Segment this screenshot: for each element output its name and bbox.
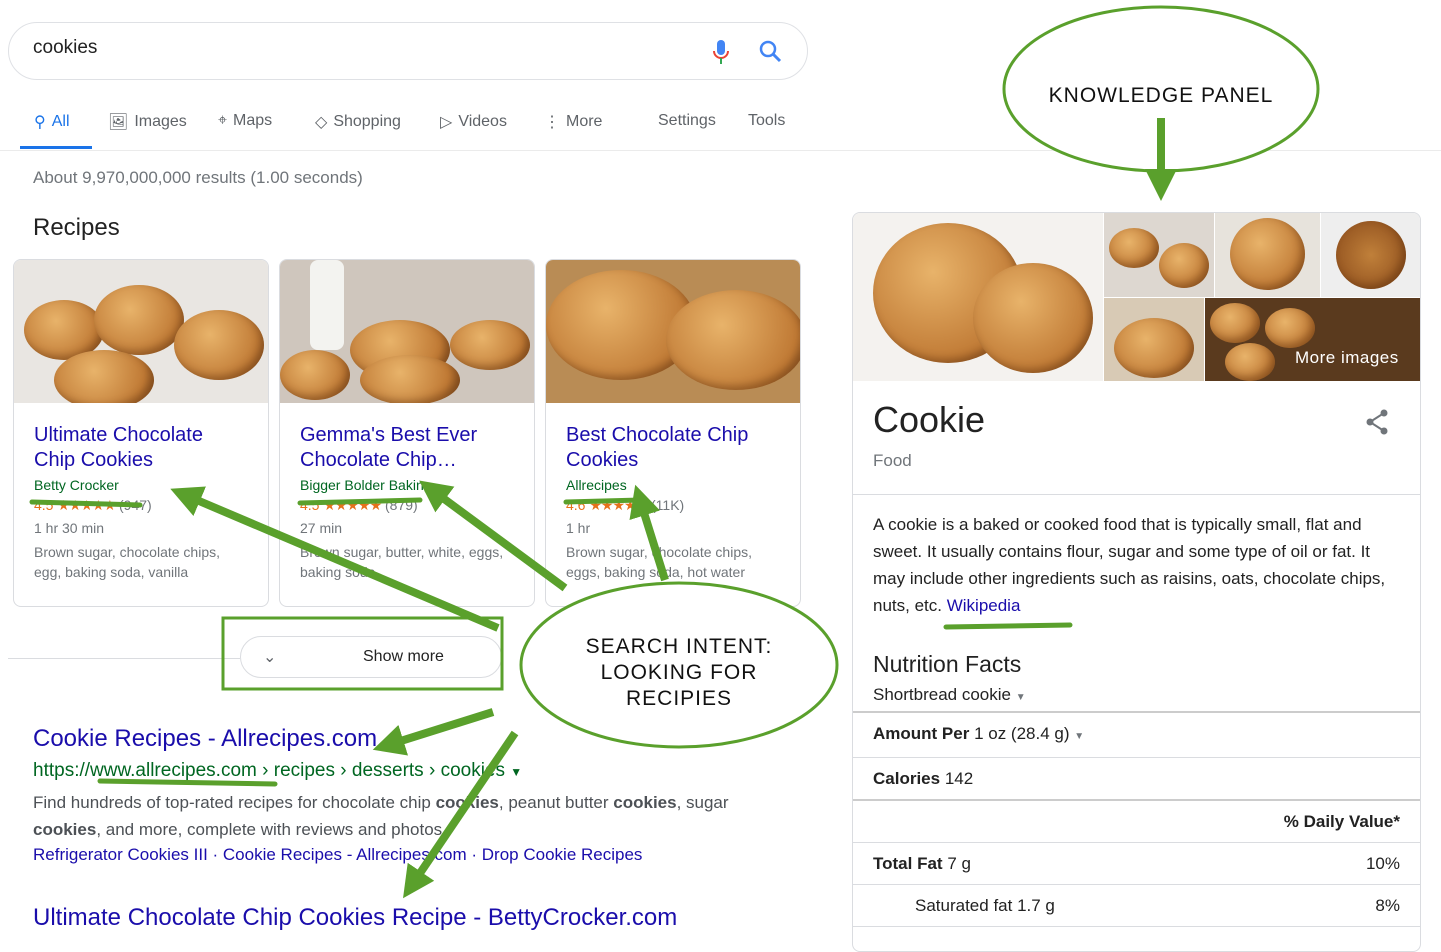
star-rating-icon: ★★★★★	[589, 497, 648, 513]
star-rating-icon: ★★★★★	[57, 497, 116, 513]
recipe-source: Allrecipes	[566, 477, 627, 493]
image-icon: 🖼	[108, 114, 129, 131]
microphone-icon[interactable]	[711, 39, 731, 65]
kp-image[interactable]	[1104, 298, 1204, 381]
annotation-label: LOOKING FOR	[601, 661, 758, 684]
tag-icon: ◇	[315, 114, 328, 131]
kp-description: A cookie is a baked or cooked food that …	[873, 515, 1386, 615]
show-more-button[interactable]: ⌄ Show more	[240, 636, 502, 678]
settings-link[interactable]: Settings	[658, 112, 716, 130]
recipe-title[interactable]: Ultimate Chocolate Chip Cookies	[34, 423, 248, 473]
tab-maps[interactable]: ⌖ Maps	[218, 112, 272, 130]
caret-down-icon: ▼	[1015, 692, 1026, 703]
amount-per-dropdown[interactable]: Amount Per 1 oz (28.4 g) ▼	[853, 724, 1420, 744]
result-snippet: Find hundreds of top-rated recipes for c…	[33, 793, 729, 839]
search-icon: ⚲	[34, 114, 46, 131]
result-stats: About 9,970,000,000 results (1.00 second…	[33, 168, 363, 187]
result-url: https://www.allrecipes.com › recipes › d…	[33, 760, 523, 781]
recipe-image	[546, 260, 800, 403]
more-vert-icon: ⋮	[544, 114, 560, 131]
map-icon: ⌖	[218, 112, 228, 129]
nutrition-row: Saturated fat 1.7 g 8%	[915, 896, 1400, 915]
caret-down-icon[interactable]: ▼	[510, 765, 522, 779]
recipe-card[interactable]: Best Chocolate Chip Cookies Allrecipes 4.…	[545, 259, 801, 607]
tab-all[interactable]: ⚲ All	[34, 112, 70, 132]
tab-images[interactable]: 🖼 Images	[108, 112, 187, 132]
annotation-ellipse	[519, 581, 839, 749]
recipe-card[interactable]: Gemma's Best Ever Chocolate Chip… Bigger …	[279, 259, 535, 607]
tab-more[interactable]: ⋮ More	[544, 112, 602, 132]
play-icon: ▷	[440, 114, 453, 131]
more-images-link[interactable]: More images	[1295, 348, 1399, 368]
knowledge-panel: More images Cookie Food A cookie is a ba…	[852, 212, 1421, 952]
kp-image[interactable]	[1215, 213, 1320, 297]
result-title[interactable]: Cookie Recipes - Allrecipes.com	[33, 725, 377, 753]
recipe-image	[14, 260, 268, 403]
kp-image[interactable]	[1205, 298, 1420, 381]
annotation-label: RECIPIES	[626, 687, 732, 710]
annotation-label: KNOWLEDGE PANEL	[1049, 84, 1274, 107]
nutrition-heading: Nutrition Facts	[873, 651, 1022, 677]
active-tab-indicator	[20, 146, 92, 149]
chevron-down-icon: ⌄	[263, 649, 277, 666]
kp-subtitle: Food	[873, 451, 912, 470]
result-title[interactable]: Ultimate Chocolate Chip Cookies Recipe -…	[33, 904, 677, 932]
nutrition-row: Total Fat 7 g 10%	[873, 854, 1400, 873]
search-input[interactable]	[33, 37, 633, 59]
caret-down-icon: ▼	[1074, 731, 1085, 742]
recipe-image	[280, 260, 534, 403]
recipe-source: Betty Crocker	[34, 477, 119, 493]
tools-link[interactable]: Tools	[748, 112, 785, 130]
tab-videos[interactable]: ▷ Videos	[440, 112, 507, 132]
kp-image[interactable]	[1321, 213, 1420, 297]
annotation-ellipse	[1002, 5, 1320, 173]
recipe-title[interactable]: Gemma's Best Ever Chocolate Chip…	[300, 423, 514, 473]
sitelinks: Refrigerator Cookies III · Cookie Recipe…	[33, 845, 643, 864]
recipes-heading: Recipes	[33, 214, 120, 241]
kp-image[interactable]	[1104, 213, 1214, 297]
share-icon[interactable]	[1365, 409, 1389, 435]
recipe-source: Bigger Bolder Baking	[300, 477, 432, 493]
divider	[0, 150, 1441, 151]
kp-main-image[interactable]	[853, 213, 1103, 381]
calories-row: Calories 142	[873, 769, 974, 788]
search-icon[interactable]	[759, 40, 783, 64]
search-box[interactable]	[8, 22, 808, 80]
recipe-card[interactable]: Ultimate Chocolate Chip Cookies Betty Cro…	[13, 259, 269, 607]
daily-value-header: % Daily Value*	[1283, 812, 1400, 831]
divider	[8, 658, 240, 659]
nutrition-variant-dropdown[interactable]: Shortbread cookie ▼	[873, 685, 1026, 705]
star-rating-icon: ★★★★★	[323, 497, 382, 513]
annotation-label: SEARCH INTENT:	[586, 635, 773, 658]
kp-title: Cookie	[873, 399, 986, 440]
recipe-title[interactable]: Best Chocolate Chip Cookies	[566, 423, 780, 473]
tab-shopping[interactable]: ◇ Shopping	[315, 112, 401, 132]
wikipedia-link[interactable]: Wikipedia	[947, 596, 1021, 615]
